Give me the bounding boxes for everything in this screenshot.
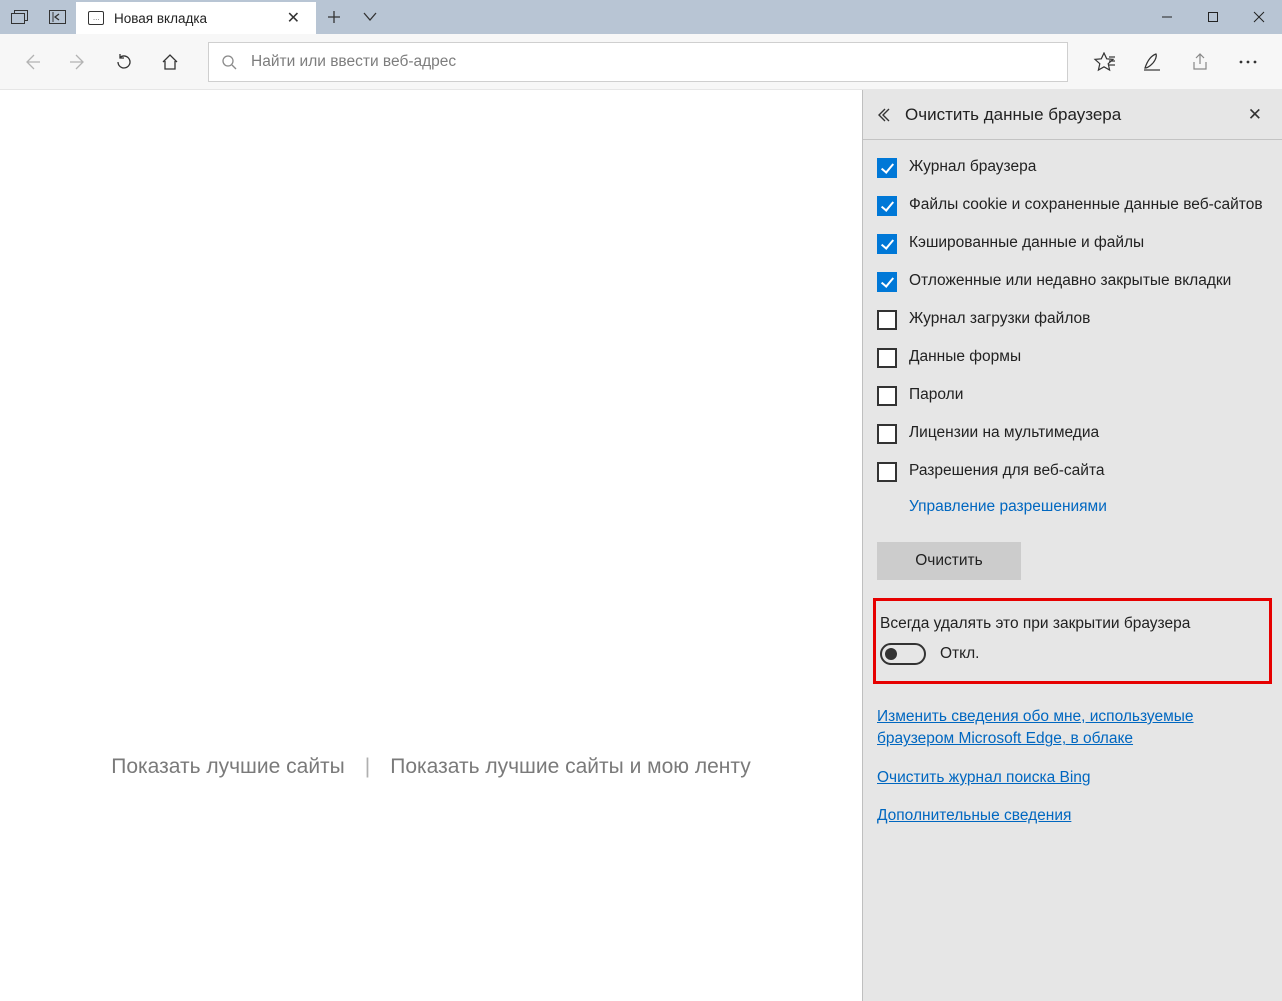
notes-button[interactable] [1128,40,1176,84]
manage-permissions-link[interactable]: Управление разрешениями [909,498,1107,515]
tab-preview-button[interactable] [0,10,38,24]
checkbox-row: Разрешения для веб-сайта [877,460,1268,482]
checkbox-row: Журнал загрузки файлов [877,308,1268,330]
home-button[interactable] [148,40,192,84]
always-clear-label: Всегда удалять это при закрытии браузера [880,615,1257,633]
clear-button[interactable]: Очистить [877,542,1021,580]
new-tab-page: Показать лучшие сайты | Показать лучшие … [0,90,862,1001]
back-button[interactable] [10,40,54,84]
search-icon [221,54,237,70]
checkbox[interactable] [877,196,897,216]
address-input[interactable] [251,53,1055,71]
panel-header: Очистить данные браузера ✕ [863,90,1282,140]
checkbox[interactable] [877,272,897,292]
settings-menu-button[interactable] [1224,40,1272,84]
titlebar: … Новая вкладка ✕ [0,0,1282,34]
checkbox[interactable] [877,462,897,482]
checkbox-row: Файлы cookie и сохраненные данные веб-са… [877,194,1268,216]
checkbox-label: Данные формы [909,346,1021,368]
checkbox-label: Лицензии на мультимедиа [909,422,1099,444]
checkbox-label: Отложенные или недавно закрытые вкладки [909,270,1231,292]
panel-back-button[interactable] [877,108,905,122]
clear-data-panel: Очистить данные браузера ✕ Журнал браузе… [862,90,1282,1001]
checkbox-label: Журнал браузера [909,156,1036,178]
checkbox-label: Файлы cookie и сохраненные данные веб-са… [909,194,1263,216]
toggle-state-label: Откл. [940,645,979,663]
checkbox[interactable] [877,158,897,178]
new-tab-button[interactable] [316,0,352,34]
checkbox[interactable] [877,234,897,254]
tab-title: Новая вкладка [114,11,283,26]
checkbox[interactable] [877,348,897,368]
cloud-info-link[interactable]: Изменить сведения обо мне, используемые … [877,706,1268,751]
more-info-link[interactable]: Дополнительные сведения [877,805,1071,827]
toolbar [0,34,1282,90]
checkbox-row: Отложенные или недавно закрытые вкладки [877,270,1268,292]
checkbox-row: Пароли [877,384,1268,406]
checkbox[interactable] [877,424,897,444]
option-top-sites-feed[interactable]: Показать лучшие сайты и мою ленту [390,755,751,779]
checkbox-label: Разрешения для веб-сайта [909,460,1105,482]
separator: | [365,755,370,779]
checkbox-row: Данные формы [877,346,1268,368]
checkbox-row: Кэшированные данные и файлы [877,232,1268,254]
forward-button[interactable] [56,40,100,84]
favorites-button[interactable] [1080,40,1128,84]
window-minimize-button[interactable] [1144,11,1190,23]
option-top-sites[interactable]: Показать лучшие сайты [111,755,345,779]
share-button[interactable] [1176,40,1224,84]
checkbox-row: Журнал браузера [877,156,1268,178]
checkbox-row: Лицензии на мультимедиа [877,422,1268,444]
bing-history-link[interactable]: Очистить журнал поиска Bing [877,767,1091,789]
checkbox-label: Пароли [909,384,963,406]
checkbox-label: Кэшированные данные и файлы [909,232,1144,254]
checkbox[interactable] [877,386,897,406]
checkbox[interactable] [877,310,897,330]
browser-tab[interactable]: … Новая вкладка ✕ [76,0,316,34]
tab-menu-button[interactable] [352,0,388,34]
address-bar[interactable] [208,42,1068,82]
set-aside-tabs-button[interactable] [38,10,76,24]
panel-close-button[interactable]: ✕ [1242,105,1268,125]
tab-close-button[interactable]: ✕ [283,8,304,28]
window-close-button[interactable] [1236,11,1282,23]
tab-favicon-icon: … [88,11,104,25]
content-area: Показать лучшие сайты | Показать лучшие … [0,90,1282,1001]
window-maximize-button[interactable] [1190,11,1236,23]
always-clear-section: Всегда удалять это при закрытии браузера… [873,598,1272,684]
refresh-button[interactable] [102,40,146,84]
panel-title: Очистить данные браузера [905,105,1242,125]
checkbox-label: Журнал загрузки файлов [909,308,1090,330]
always-clear-toggle[interactable] [880,643,926,665]
